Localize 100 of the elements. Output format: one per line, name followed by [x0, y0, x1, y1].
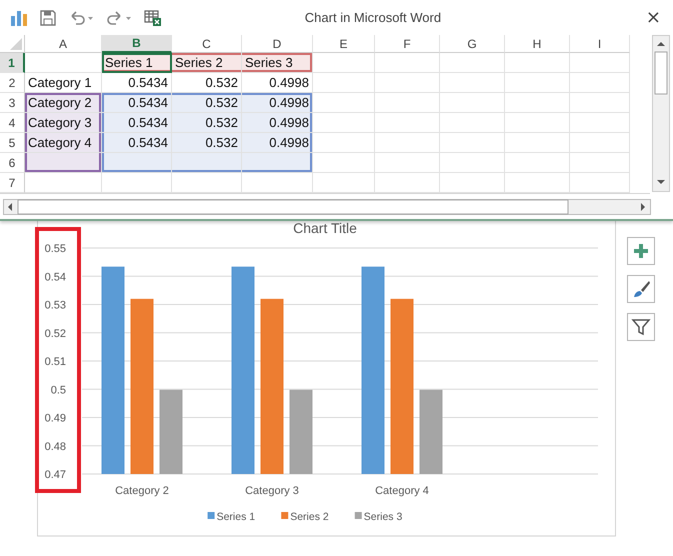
table-cell[interactable] [440, 153, 505, 173]
table-cell[interactable] [570, 173, 630, 193]
table-cell[interactable] [440, 73, 505, 93]
table-cell[interactable] [375, 173, 440, 193]
row-header[interactable]: 1 [0, 53, 25, 73]
bar-chart-icon[interactable] [10, 10, 28, 26]
legend-label: Series 2 [290, 511, 329, 523]
plus-button[interactable] [627, 237, 655, 265]
plus-icon [632, 242, 650, 260]
table-cell[interactable] [313, 73, 375, 93]
axis-label: 0.53 [44, 300, 66, 312]
table-cell[interactable] [505, 133, 570, 153]
table-cell[interactable]: 0.5434 [102, 133, 172, 153]
column-header[interactable]: I [570, 35, 630, 53]
table-cell[interactable] [570, 73, 630, 93]
save-icon[interactable] [40, 10, 56, 26]
column-header[interactable]: H [505, 35, 570, 53]
horizontal-scrollbar[interactable] [3, 199, 651, 215]
axis-label: 0.47 [44, 469, 66, 481]
row-header[interactable]: 7 [0, 173, 25, 193]
chart-title: Chart Title [293, 220, 357, 236]
table-cell[interactable] [505, 53, 570, 73]
axis-label: 0.49 [44, 412, 66, 424]
axis-label: 0.55 [44, 243, 66, 255]
table-cell[interactable]: 0.4998 [242, 133, 313, 153]
brush-icon [631, 279, 651, 299]
table-cell[interactable]: 0.5434 [102, 113, 172, 133]
table-cell[interactable] [102, 173, 172, 193]
column-header[interactable]: E [313, 35, 375, 53]
table-cell[interactable] [440, 113, 505, 133]
table-cell[interactable] [440, 133, 505, 153]
table-cell[interactable] [313, 133, 375, 153]
table-cell[interactable] [375, 153, 440, 173]
table-cell[interactable] [313, 153, 375, 173]
table-cell[interactable] [440, 53, 505, 73]
table-cell[interactable] [242, 153, 313, 173]
table-cell[interactable]: Category 3 [25, 113, 102, 133]
axis-label: 0.51 [44, 356, 66, 368]
table-cell[interactable]: 0.5434 [102, 93, 172, 113]
axis-label: Category 4 [375, 485, 429, 497]
table-cell[interactable] [313, 113, 375, 133]
table-cell[interactable] [313, 173, 375, 193]
table-cell[interactable] [505, 113, 570, 133]
column-header[interactable]: G [440, 35, 505, 53]
legend-swatch [208, 512, 215, 519]
table-cell[interactable] [570, 153, 630, 173]
legend-swatch [281, 512, 288, 519]
table-cell[interactable] [172, 153, 242, 173]
table-cell[interactable] [570, 53, 630, 73]
table-cell[interactable] [505, 173, 570, 193]
table-cell[interactable]: 0.4998 [242, 113, 313, 133]
legend-label: Series 1 [216, 511, 256, 523]
table-cell[interactable] [570, 113, 630, 133]
row-header[interactable]: 2 [0, 73, 25, 93]
filter-button[interactable] [627, 313, 655, 341]
table-cell[interactable] [313, 53, 375, 73]
spreadsheet-icon[interactable] [144, 8, 162, 26]
table-cell[interactable] [172, 173, 242, 193]
table-cell[interactable] [375, 53, 440, 73]
table-cell[interactable] [570, 93, 630, 113]
column-header[interactable]: B [102, 35, 172, 53]
axis-label: 0.52 [44, 328, 66, 340]
table-cell[interactable]: Category 4 [25, 133, 102, 153]
redo-icon[interactable] [106, 10, 132, 26]
table-cell[interactable] [25, 173, 102, 193]
table-cell[interactable] [570, 133, 630, 153]
table-cell[interactable]: 0.532 [172, 133, 242, 153]
table-cell[interactable]: Series 2 [172, 53, 242, 73]
table-cell[interactable] [375, 133, 440, 153]
axis-label: 0.5 [50, 384, 66, 396]
table-cell[interactable] [102, 153, 172, 173]
table-cell[interactable] [505, 153, 570, 173]
table-cell[interactable] [375, 73, 440, 93]
table-cell[interactable]: 0.4998 [242, 93, 313, 113]
axis-label: Category 3 [245, 485, 299, 497]
close-button[interactable]: × [644, 8, 663, 26]
legend-label: Series 3 [364, 511, 402, 523]
table-cell[interactable] [505, 73, 570, 93]
table-cell[interactable]: Series 1 [102, 53, 172, 73]
axis-label: 0.48 [44, 440, 66, 453]
column-header[interactable]: F [375, 35, 440, 53]
axis-label: Category 2 [115, 485, 169, 497]
table-cell[interactable]: Category 2 [25, 93, 102, 113]
table-cell[interactable] [440, 93, 505, 113]
select-all-icon[interactable] [10, 38, 22, 50]
table-cell[interactable] [375, 93, 440, 113]
table-cell[interactable] [505, 93, 570, 113]
table-cell[interactable] [25, 153, 102, 173]
axis-label: 0.54 [44, 271, 66, 284]
table-cell[interactable] [440, 173, 505, 193]
brush-button[interactable] [627, 275, 655, 303]
table-cell[interactable] [242, 173, 313, 193]
table-cell[interactable] [375, 113, 440, 133]
table-cell[interactable] [313, 93, 375, 113]
window-title: Chart in Microsoft Word [304, 10, 442, 25]
table-cell[interactable]: Series 3 [242, 53, 313, 73]
filter-icon [631, 317, 651, 337]
table-cell[interactable]: 0.532 [172, 113, 242, 133]
vertical-scrollbar[interactable] [652, 35, 670, 192]
table-cell[interactable]: 0.532 [172, 93, 242, 113]
